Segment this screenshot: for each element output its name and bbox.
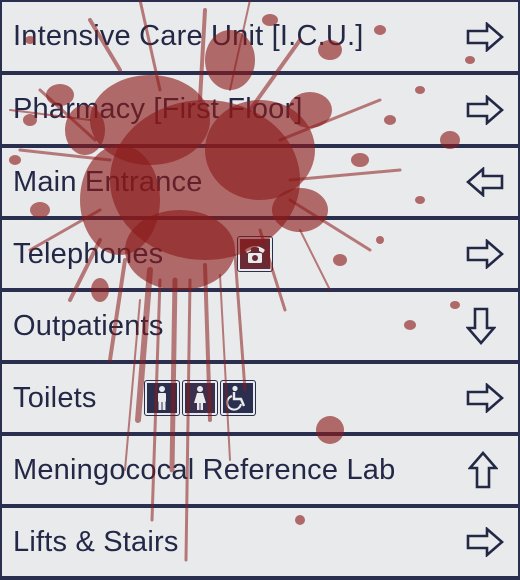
sign-label-main-entrance: Main Entrance: [13, 165, 203, 198]
arrow-right-icon: [466, 383, 504, 413]
sign-row-toilets: Toilets: [2, 364, 518, 432]
arrow-left-icon: [466, 167, 504, 197]
male-toilet-icon: [144, 380, 180, 416]
sign-row-pharmacy: Pharmacy [First Floor]: [2, 75, 518, 144]
sign-row-outpatients: Outpatients: [2, 292, 518, 360]
sign-row-icu: Intensive Care Unit [I.C.U.]: [2, 2, 518, 71]
arrow-right-icon: [466, 527, 504, 557]
sign-label-reference-lab: Meningococal Reference Lab: [13, 453, 396, 486]
sign-row-telephones: Telephones: [2, 220, 518, 288]
arrow-right-icon: [466, 94, 504, 125]
telephone-icon: [237, 236, 273, 272]
sign-label-toilets: Toilets: [13, 381, 97, 414]
sign-label-outpatients: Outpatients: [13, 309, 164, 342]
arrow-up-icon: [468, 451, 498, 489]
female-toilet-icon: [182, 380, 218, 416]
sign-label-lifts-stairs: Lifts & Stairs: [13, 525, 179, 558]
sign-label-pharmacy: Pharmacy [First Floor]: [13, 93, 303, 125]
sign-row-lifts-stairs: Lifts & Stairs: [2, 508, 518, 576]
arrow-right-icon: [466, 239, 504, 269]
hospital-direction-sign: Intensive Care Unit [I.C.U.] Pharmacy [F…: [0, 0, 520, 580]
sign-label-telephones: Telephones: [13, 237, 164, 270]
sign-row-reference-lab: Meningococal Reference Lab: [2, 436, 518, 504]
arrow-down-icon: [466, 307, 496, 345]
sign-row-main-entrance: Main Entrance: [2, 148, 518, 216]
sign-label-icu: Intensive Care Unit [I.C.U.]: [13, 20, 364, 52]
wheelchair-icon: [220, 380, 256, 416]
arrow-right-icon: [466, 21, 504, 52]
